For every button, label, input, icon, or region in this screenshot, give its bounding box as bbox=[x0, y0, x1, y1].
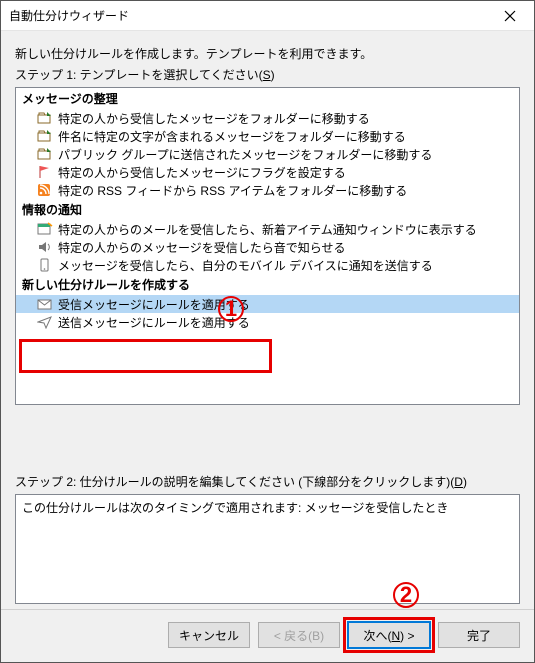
send-icon bbox=[36, 314, 54, 330]
content-area: 新しい仕分けルールを作成します。テンプレートを利用できます。 ステップ 1: テ… bbox=[1, 31, 534, 609]
envelope-icon bbox=[36, 296, 54, 312]
sound-icon bbox=[36, 239, 54, 255]
list-item-label: 特定の RSS フィードから RSS アイテムをフォルダーに移動する bbox=[58, 182, 407, 199]
titlebar: 自動仕分けウィザード bbox=[1, 1, 534, 31]
button-bar: 2 キャンセル < 戻る(B) 次へ(N) > 完了 bbox=[1, 609, 534, 662]
finish-button[interactable]: 完了 bbox=[438, 622, 520, 648]
list-item[interactable]: 特定の RSS フィードから RSS アイテムをフォルダーに移動する bbox=[16, 181, 519, 199]
callout-1: 1 bbox=[218, 296, 244, 322]
window-title: 自動仕分けウィザード bbox=[9, 7, 490, 24]
mobile-icon bbox=[36, 257, 54, 273]
list-item-label: 特定の人からのメールを受信したら、新着アイテム通知ウィンドウに表示する bbox=[58, 221, 477, 238]
list-item[interactable]: パブリック グループに送信されたメッセージをフォルダーに移動する bbox=[16, 145, 519, 163]
list-item[interactable]: メッセージを受信したら、自分のモバイル デバイスに通知を送信する bbox=[16, 256, 519, 274]
list-item[interactable]: 特定の人から受信したメッセージをフォルダーに移動する bbox=[16, 109, 519, 127]
list-item-label: 件名に特定の文字が含まれるメッセージをフォルダーに移動する bbox=[58, 128, 406, 145]
instr-select: ステップ 1: テンプレートを選択してください(S) bbox=[15, 66, 520, 83]
list-item-label: 特定の人からのメッセージを受信したら音で知らせる bbox=[58, 239, 346, 256]
list-item[interactable]: 特定の人からのメールを受信したら、新着アイテム通知ウィンドウに表示する bbox=[16, 220, 519, 238]
flag-icon bbox=[36, 164, 54, 180]
list-item-label: 特定の人から受信したメッセージにフラグを設定する bbox=[58, 164, 346, 181]
group-header-notify: 情報の通知 bbox=[16, 199, 519, 220]
next-button[interactable]: 次へ(N) > bbox=[348, 622, 430, 648]
back-button: < 戻る(B) bbox=[258, 622, 340, 648]
rule-description[interactable]: この仕分けルールは次のタイミングで適用されます: メッセージを受信したとき bbox=[15, 494, 520, 604]
rule-description-text: この仕分けルールは次のタイミングで適用されます: メッセージを受信したとき bbox=[22, 501, 448, 515]
list-item-selected[interactable]: 受信メッセージにルールを適用する bbox=[16, 295, 519, 313]
callout-2: 2 bbox=[393, 582, 419, 608]
highlight-1 bbox=[19, 339, 272, 373]
list-item[interactable]: 送信メッセージにルールを適用する bbox=[16, 313, 519, 331]
list-item-label: 特定の人から受信したメッセージをフォルダーに移動する bbox=[58, 110, 370, 127]
move-folder-icon bbox=[36, 146, 54, 162]
move-folder-icon bbox=[36, 110, 54, 126]
instr-create: 新しい仕分けルールを作成します。テンプレートを利用できます。 bbox=[15, 45, 520, 62]
list-item[interactable]: 件名に特定の文字が含まれるメッセージをフォルダーに移動する bbox=[16, 127, 519, 145]
alert-window-icon bbox=[36, 221, 54, 237]
group-header-new: 新しい仕分けルールを作成する bbox=[16, 274, 519, 295]
step2-label: ステップ 2: 仕分けルールの説明を編集してください (下線部分をクリックします… bbox=[15, 473, 520, 490]
group-header-organize: メッセージの整理 bbox=[16, 88, 519, 109]
list-item-label: パブリック グループに送信されたメッセージをフォルダーに移動する bbox=[58, 146, 432, 163]
wizard-window: 自動仕分けウィザード 新しい仕分けルールを作成します。テンプレートを利用できます… bbox=[0, 0, 535, 663]
template-list[interactable]: メッセージの整理 特定の人から受信したメッセージをフォルダーに移動する 件名に特… bbox=[15, 87, 520, 405]
cancel-button[interactable]: キャンセル bbox=[168, 622, 250, 648]
list-item[interactable]: 特定の人から受信したメッセージにフラグを設定する bbox=[16, 163, 519, 181]
move-folder-icon bbox=[36, 128, 54, 144]
close-icon[interactable] bbox=[490, 2, 530, 30]
rss-icon bbox=[36, 182, 54, 198]
list-item-label: メッセージを受信したら、自分のモバイル デバイスに通知を送信する bbox=[58, 257, 433, 274]
list-item[interactable]: 特定の人からのメッセージを受信したら音で知らせる bbox=[16, 238, 519, 256]
